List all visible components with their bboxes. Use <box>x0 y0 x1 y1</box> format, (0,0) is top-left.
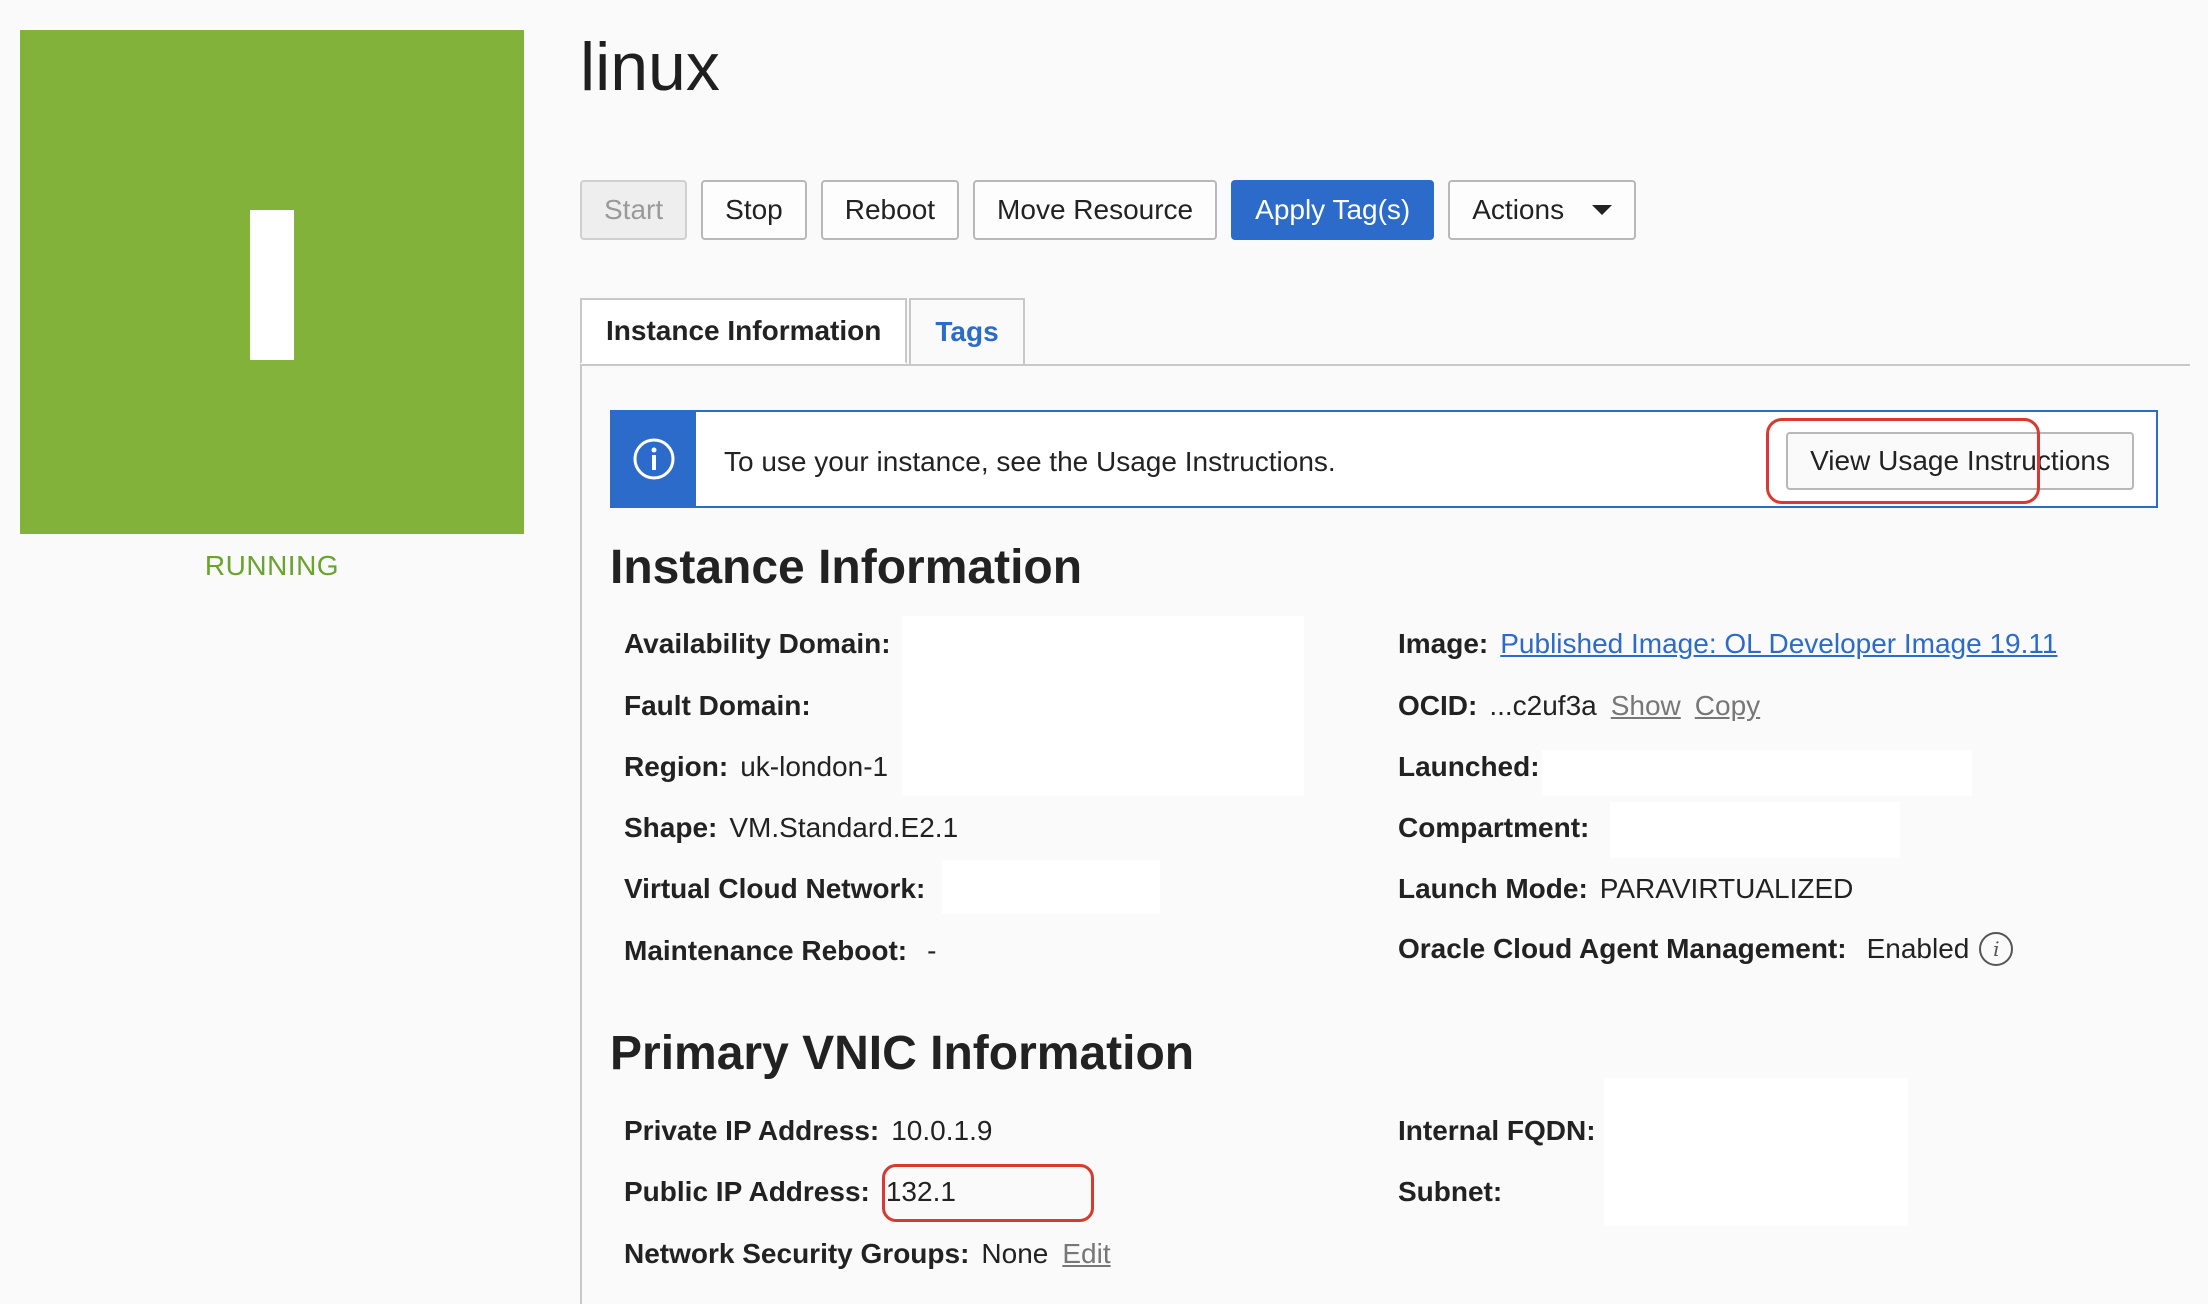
apply-tags-button[interactable]: Apply Tag(s) <box>1231 180 1435 240</box>
move-resource-button[interactable]: Move Resource <box>973 180 1218 240</box>
launched-label: Launched: <box>1398 751 1540 782</box>
image-label: Image: <box>1398 628 1489 659</box>
private-ip-label: Private IP Address: <box>624 1115 880 1146</box>
private-ip-value: 10.0.1.9 <box>891 1115 993 1146</box>
image-row: Image: Published Image: OL Developer Ima… <box>1398 628 2057 660</box>
ocid-label: OCID: <box>1398 690 1478 721</box>
status-label: RUNNING <box>204 550 340 581</box>
instance-information-heading: Instance Information <box>610 541 1083 594</box>
page-title: linux <box>580 29 720 105</box>
ocid-value: ...c2uf3a <box>1489 690 1597 721</box>
maintenance-reboot-row: Maintenance Reboot: - <box>624 935 936 967</box>
actions-dropdown[interactable]: Actions <box>1448 180 1637 240</box>
image-link[interactable]: Published Image: OL Developer Image 19.1… <box>1500 628 2057 660</box>
ocid-row: OCID: ...c2uf3a Show Copy <box>1398 690 1760 722</box>
region-value: uk-london-1 <box>740 751 889 782</box>
maintenance-reboot-value: - <box>927 935 937 966</box>
info-icon-box <box>612 412 696 506</box>
availability-domain-row: Availability Domain: <box>624 628 903 660</box>
vcn-row: Virtual Cloud Network: <box>624 873 937 905</box>
nsg-value: None <box>981 1238 1049 1269</box>
tab-panel: To use your instance, see the Usage Inst… <box>580 364 2190 1304</box>
shape-row: Shape: VM.Standard.E2.1 <box>624 812 958 844</box>
info-icon <box>633 438 675 480</box>
launched-row: Launched: <box>1398 751 1552 783</box>
region-row: Region: uk-london-1 <box>624 751 888 783</box>
instance-avatar <box>20 30 524 534</box>
ocid-copy-link[interactable]: Copy <box>1695 690 1760 722</box>
tab-bar: Instance Information Tags <box>580 298 1025 364</box>
shape-value: VM.Standard.E2.1 <box>729 812 959 843</box>
actions-label: Actions <box>1472 194 1565 225</box>
shape-label: Shape: <box>624 812 718 843</box>
instance-letter-glyph <box>250 210 294 360</box>
public-ip-label: Public IP Address: <box>624 1176 870 1207</box>
maintenance-reboot-label: Maintenance Reboot: <box>624 935 908 966</box>
tab-tags[interactable]: Tags <box>909 298 1025 364</box>
nsg-edit-link[interactable]: Edit <box>1062 1238 1110 1270</box>
launch-mode-row: Launch Mode: PARAVIRTUALIZED <box>1398 873 1853 905</box>
internal-fqdn-label: Internal FQDN: <box>1398 1115 1596 1146</box>
agent-management-row: Oracle Cloud Agent Management: Enabled i <box>1398 932 2014 966</box>
fault-domain-row: Fault Domain: <box>624 690 823 722</box>
redacted-block <box>1604 1078 1908 1226</box>
compartment-row: Compartment: <box>1398 812 1601 844</box>
caret-down-icon <box>1592 205 1613 215</box>
compartment-label: Compartment: <box>1398 812 1590 843</box>
private-ip-row: Private IP Address: 10.0.1.9 <box>624 1115 992 1147</box>
info-tooltip-icon[interactable]: i <box>1979 932 2014 966</box>
ocid-show-link[interactable]: Show <box>1611 690 1681 722</box>
usage-button-highlight <box>1766 418 2040 504</box>
start-button[interactable]: Start <box>580 180 688 240</box>
redacted-block <box>942 860 1160 914</box>
public-ip-highlight <box>882 1164 1094 1222</box>
subnet-label: Subnet: <box>1398 1176 1503 1207</box>
action-toolbar: Start Stop Reboot Move Resource Apply Ta… <box>580 180 1637 240</box>
stop-button[interactable]: Stop <box>701 180 807 240</box>
primary-vnic-heading: Primary VNIC Information <box>610 1027 1195 1080</box>
vcn-label: Virtual Cloud Network: <box>624 873 926 904</box>
internal-fqdn-row: Internal FQDN: <box>1398 1115 1608 1147</box>
agent-management-label: Oracle Cloud Agent Management: <box>1398 933 1847 964</box>
nsg-row: Network Security Groups: None Edit <box>624 1238 1111 1270</box>
tab-instance-information[interactable]: Instance Information <box>580 298 908 364</box>
agent-management-value: Enabled <box>1866 933 1970 964</box>
launch-mode-label: Launch Mode: <box>1398 873 1588 904</box>
nsg-label: Network Security Groups: <box>624 1238 970 1269</box>
subnet-row: Subnet: <box>1398 1176 1514 1208</box>
banner-text: To use your instance, see the Usage Inst… <box>724 446 1336 477</box>
redacted-block <box>1542 750 1972 796</box>
fault-domain-label: Fault Domain: <box>624 690 811 721</box>
availability-domain-label: Availability Domain: <box>624 628 891 659</box>
launch-mode-value: PARAVIRTUALIZED <box>1599 873 1854 904</box>
redacted-block <box>1610 802 1900 858</box>
redacted-block <box>902 616 1304 796</box>
region-label: Region: <box>624 751 729 782</box>
reboot-button[interactable]: Reboot <box>820 180 960 240</box>
